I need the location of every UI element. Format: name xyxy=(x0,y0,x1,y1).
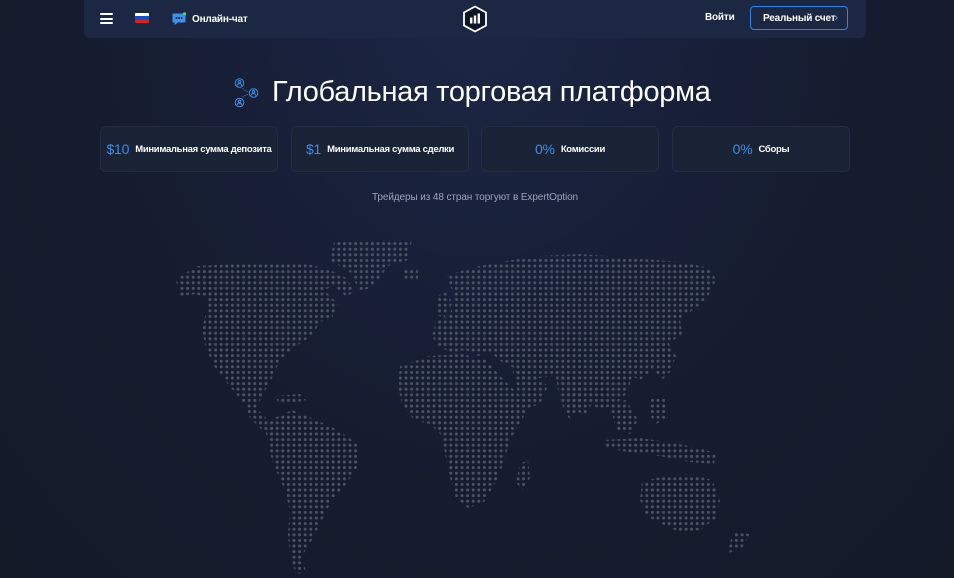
map-south-america xyxy=(266,410,360,574)
map-se-asia xyxy=(610,400,638,434)
map-new-zealand xyxy=(726,532,750,554)
map-madagascar xyxy=(516,460,530,490)
map-australia xyxy=(640,474,720,532)
dotted-world-map xyxy=(176,240,750,574)
map-iceland xyxy=(402,270,418,280)
map-indonesia xyxy=(604,438,716,464)
map-caribbean xyxy=(276,394,306,404)
map-africa xyxy=(398,354,530,508)
map-philippines xyxy=(648,396,668,424)
map-north-america xyxy=(176,262,356,408)
